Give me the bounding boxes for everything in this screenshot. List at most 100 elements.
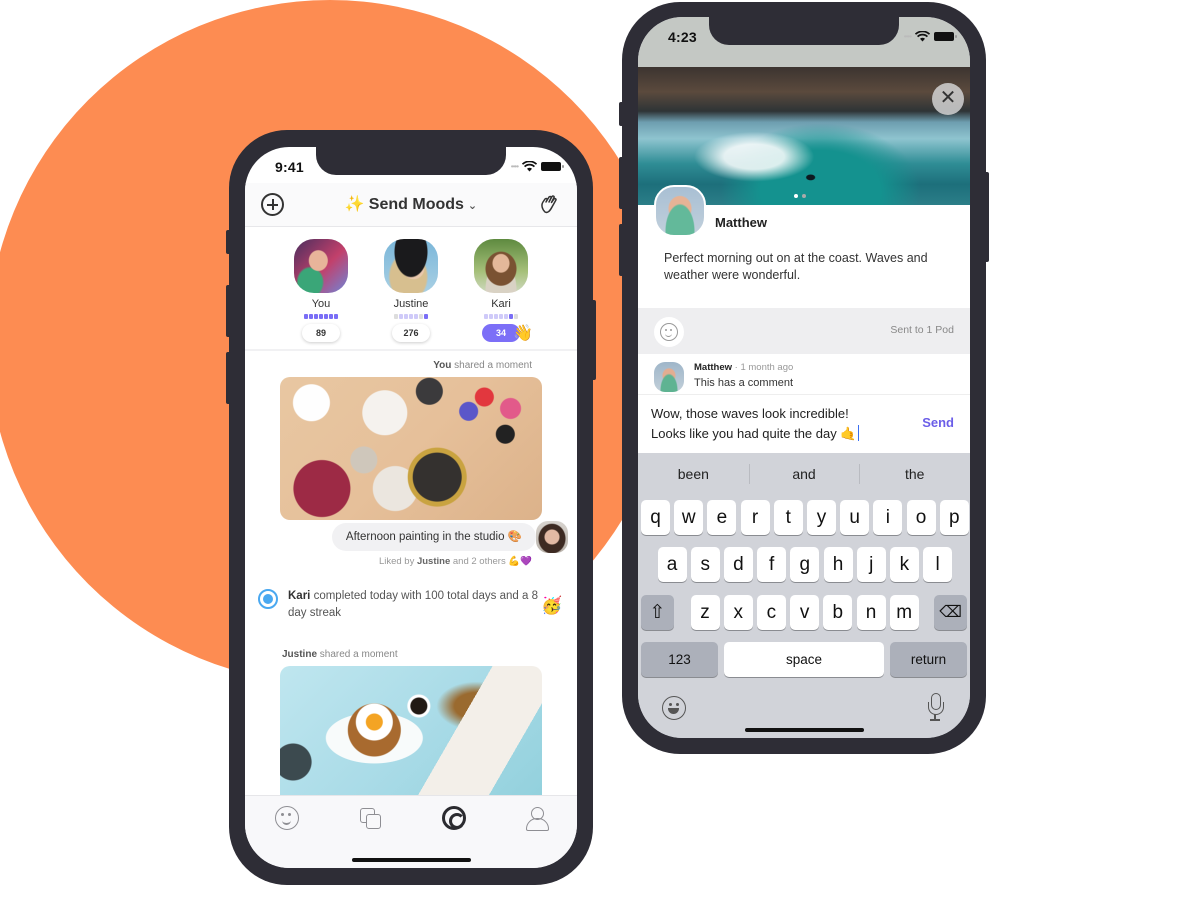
key-z[interactable]: z: [690, 595, 720, 630]
status-time: 4:23: [668, 29, 697, 45]
author-avatar[interactable]: [654, 185, 706, 237]
moment-author: Justine: [282, 649, 318, 660]
key-o[interactable]: o: [906, 500, 936, 535]
key-i[interactable]: i: [873, 500, 903, 535]
avatar: [384, 239, 438, 293]
wifi-icon: [915, 31, 930, 42]
liked-suffix: and 2 others 💪💜: [452, 556, 532, 567]
key-u[interactable]: u: [840, 500, 870, 535]
tab-bar: [245, 795, 577, 868]
avatar: [294, 239, 348, 293]
sent-to-label: Sent to 1 Pod: [890, 324, 954, 336]
key-k[interactable]: k: [889, 547, 919, 582]
tab-moments-stack-icon[interactable]: [358, 806, 382, 830]
key-b[interactable]: b: [823, 595, 853, 630]
comment-input-line-1: Wow, those waves look incredible!: [651, 406, 849, 421]
close-button[interactable]: ✕: [932, 83, 964, 115]
comment-input[interactable]: Wow, those waves look incredible! Looks l…: [651, 404, 901, 444]
key-g[interactable]: g: [790, 547, 820, 582]
avatar: [654, 362, 684, 392]
suggestion[interactable]: the: [859, 453, 970, 495]
emoji-keyboard-icon[interactable]: [662, 696, 686, 720]
close-icon: ✕: [939, 87, 957, 109]
key-e[interactable]: e: [707, 500, 737, 535]
react-button[interactable]: [654, 317, 684, 347]
key-t[interactable]: t: [773, 500, 803, 535]
moment-author: You: [433, 360, 452, 371]
comment-time: · 1 month ago: [734, 362, 794, 373]
shift-key[interactable]: ⇧: [641, 595, 674, 630]
signal-icon: ••••: [903, 32, 912, 41]
phone-volume-up: [619, 157, 624, 209]
key-f[interactable]: f: [757, 547, 787, 582]
delete-key[interactable]: ⌫: [934, 595, 967, 630]
likes-summary[interactable]: Liked by Justine and 2 others 💪💜: [379, 556, 532, 567]
friend-name: You: [311, 298, 331, 310]
tab-moods-smile-icon[interactable]: [275, 806, 299, 830]
activity-text: Kari completed today with 100 total days…: [288, 588, 538, 622]
comment: Matthew · 1 month ago This has a comment: [638, 354, 970, 395]
mood-count: 276: [392, 324, 430, 342]
comment-compose: Wow, those waves look incredible! Looks l…: [638, 395, 970, 453]
friends-row: You 89 Justine 276 Kari 34 👋: [245, 233, 577, 351]
key-w[interactable]: w: [674, 500, 704, 535]
home-indicator[interactable]: [745, 728, 864, 732]
wifi-icon: [522, 161, 537, 172]
friend-name: Kari: [491, 298, 511, 310]
space-key[interactable]: space: [724, 642, 884, 677]
author-name: Matthew: [715, 215, 767, 230]
tab-pods-spiral-icon[interactable]: [442, 806, 466, 830]
key-j[interactable]: j: [856, 547, 886, 582]
send-button[interactable]: Send: [922, 415, 954, 430]
suggestion[interactable]: and: [748, 453, 860, 495]
comment-author: Matthew: [694, 362, 732, 373]
home-indicator[interactable]: [352, 858, 471, 862]
mood-level-indicator: [281, 314, 361, 319]
key-q[interactable]: q: [641, 500, 670, 535]
key-m[interactable]: m: [889, 595, 919, 630]
return-key[interactable]: return: [890, 642, 967, 677]
waving-hands-icon[interactable]: [539, 193, 561, 215]
delete-icon: ⌫: [939, 604, 962, 621]
waving-hand-icon: 👋: [513, 325, 533, 342]
numbers-key[interactable]: 123: [641, 642, 718, 677]
phone-volume-up: [226, 285, 231, 337]
tab-profile-person-icon[interactable]: [525, 806, 549, 831]
friend-you[interactable]: You 89: [281, 239, 361, 342]
key-l[interactable]: l: [923, 547, 953, 582]
moment-photo-painting[interactable]: [280, 377, 542, 520]
key-h[interactable]: h: [823, 547, 853, 582]
key-s[interactable]: s: [690, 547, 720, 582]
key-p[interactable]: p: [939, 500, 969, 535]
comment-input-line-2: Looks like you had quite the day 🤙: [651, 426, 857, 441]
chevron-down-icon: ⌄: [467, 200, 478, 212]
liked-name: Justine: [416, 556, 451, 567]
key-x[interactable]: x: [723, 595, 753, 630]
post-detail-screen: 4:23 •••• ✕ Matthew Perfect morning out …: [638, 17, 970, 738]
key-n[interactable]: n: [856, 595, 886, 630]
activity-description: completed today with 100 total days and …: [288, 590, 538, 619]
microphone-icon[interactable]: [928, 693, 944, 721]
friend-justine[interactable]: Justine 276: [371, 239, 451, 342]
phone-post-detail: 4:23 •••• ✕ Matthew Perfect morning out …: [619, 2, 989, 754]
key-d[interactable]: d: [723, 547, 753, 582]
key-a[interactable]: a: [657, 547, 687, 582]
moment-header: You shared a moment: [433, 360, 532, 371]
feed-screen: 9:41 •••• ✨ Send Moods ⌄ You 89 Justine …: [245, 147, 577, 868]
page-dot-active: [794, 194, 798, 198]
app-header: ✨ Send Moods ⌄: [245, 183, 577, 227]
key-c[interactable]: c: [756, 595, 786, 630]
key-y[interactable]: y: [807, 500, 836, 535]
moment-caption-bubble: Afternoon painting in the studio 🎨: [331, 523, 536, 551]
suggestion[interactable]: been: [638, 453, 749, 495]
partying-face-icon: 🥳: [541, 596, 563, 615]
key-v[interactable]: v: [790, 595, 820, 630]
liked-prefix: Liked by: [378, 556, 415, 567]
avatar: [536, 521, 568, 553]
photo-page-indicator[interactable]: [794, 194, 806, 198]
page-dot: [802, 194, 806, 198]
battery-icon: [934, 32, 957, 41]
send-moods-dropdown[interactable]: ✨ Send Moods ⌄: [245, 194, 577, 214]
key-r[interactable]: r: [740, 500, 770, 535]
mood-level-indicator: [371, 314, 451, 319]
